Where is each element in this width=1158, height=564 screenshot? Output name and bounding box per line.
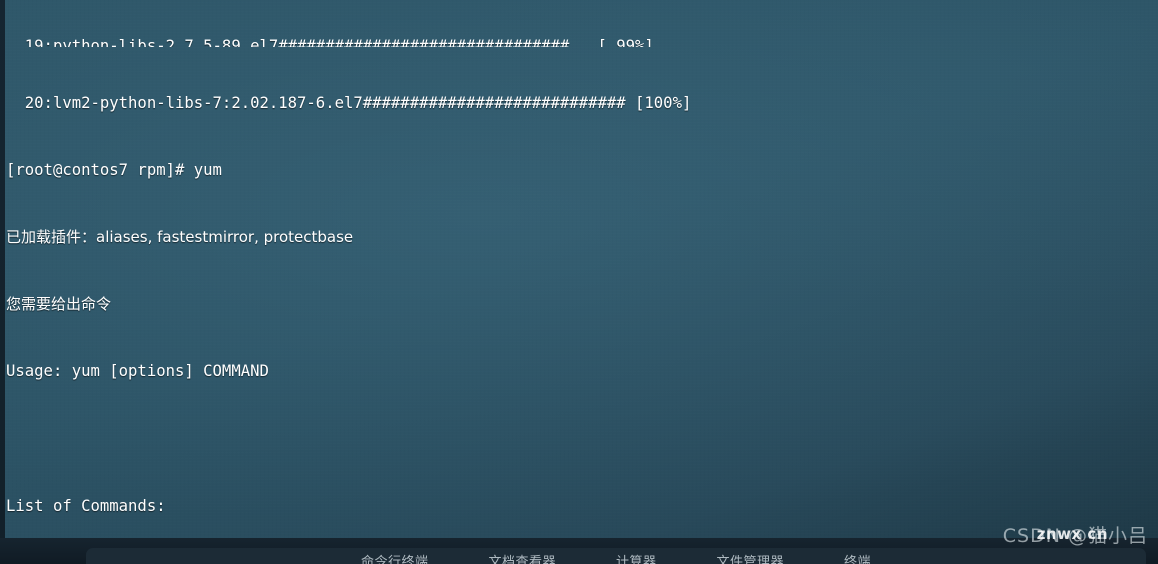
taskbar-item[interactable]: 命令行终端 <box>361 555 429 564</box>
terminal-line-partial-top: 19:python-libs-2.7.5-89.el7#############… <box>6 36 654 47</box>
terminal-output[interactable]: 19:python-libs-2.7.5-89.el7#############… <box>5 0 1158 538</box>
taskbar-panel[interactable]: 命令行终端 文档查看器 计算器 文件管理器 终端 <box>86 548 1146 564</box>
terminal-line-need-command: 您需要给出命令 <box>6 295 112 314</box>
taskbar-item[interactable]: 终端 <box>844 555 871 564</box>
terminal-prompt-line: [root@contos7 rpm]# yum <box>6 160 222 179</box>
taskbar-item-list[interactable]: 命令行终端 文档查看器 计算器 文件管理器 终端 <box>86 551 1146 564</box>
taskbar-item[interactable]: 文档查看器 <box>488 555 556 564</box>
taskbar-item[interactable]: 计算器 <box>616 555 657 564</box>
terminal-screenshot: 19:python-libs-2.7.5-89.el7#############… <box>0 0 1158 564</box>
taskbar-item[interactable]: 文件管理器 <box>717 555 785 564</box>
terminal-line-plugins: 已加载插件：aliases, fastestmirror, protectbas… <box>6 228 354 247</box>
terminal-line-list-header: List of Commands: <box>6 496 166 515</box>
terminal-line-progress: 20:lvm2-python-libs-7:2.02.187-6.el7####… <box>6 93 692 112</box>
terminal-line-usage: Usage: yum [options] COMMAND <box>6 362 269 381</box>
